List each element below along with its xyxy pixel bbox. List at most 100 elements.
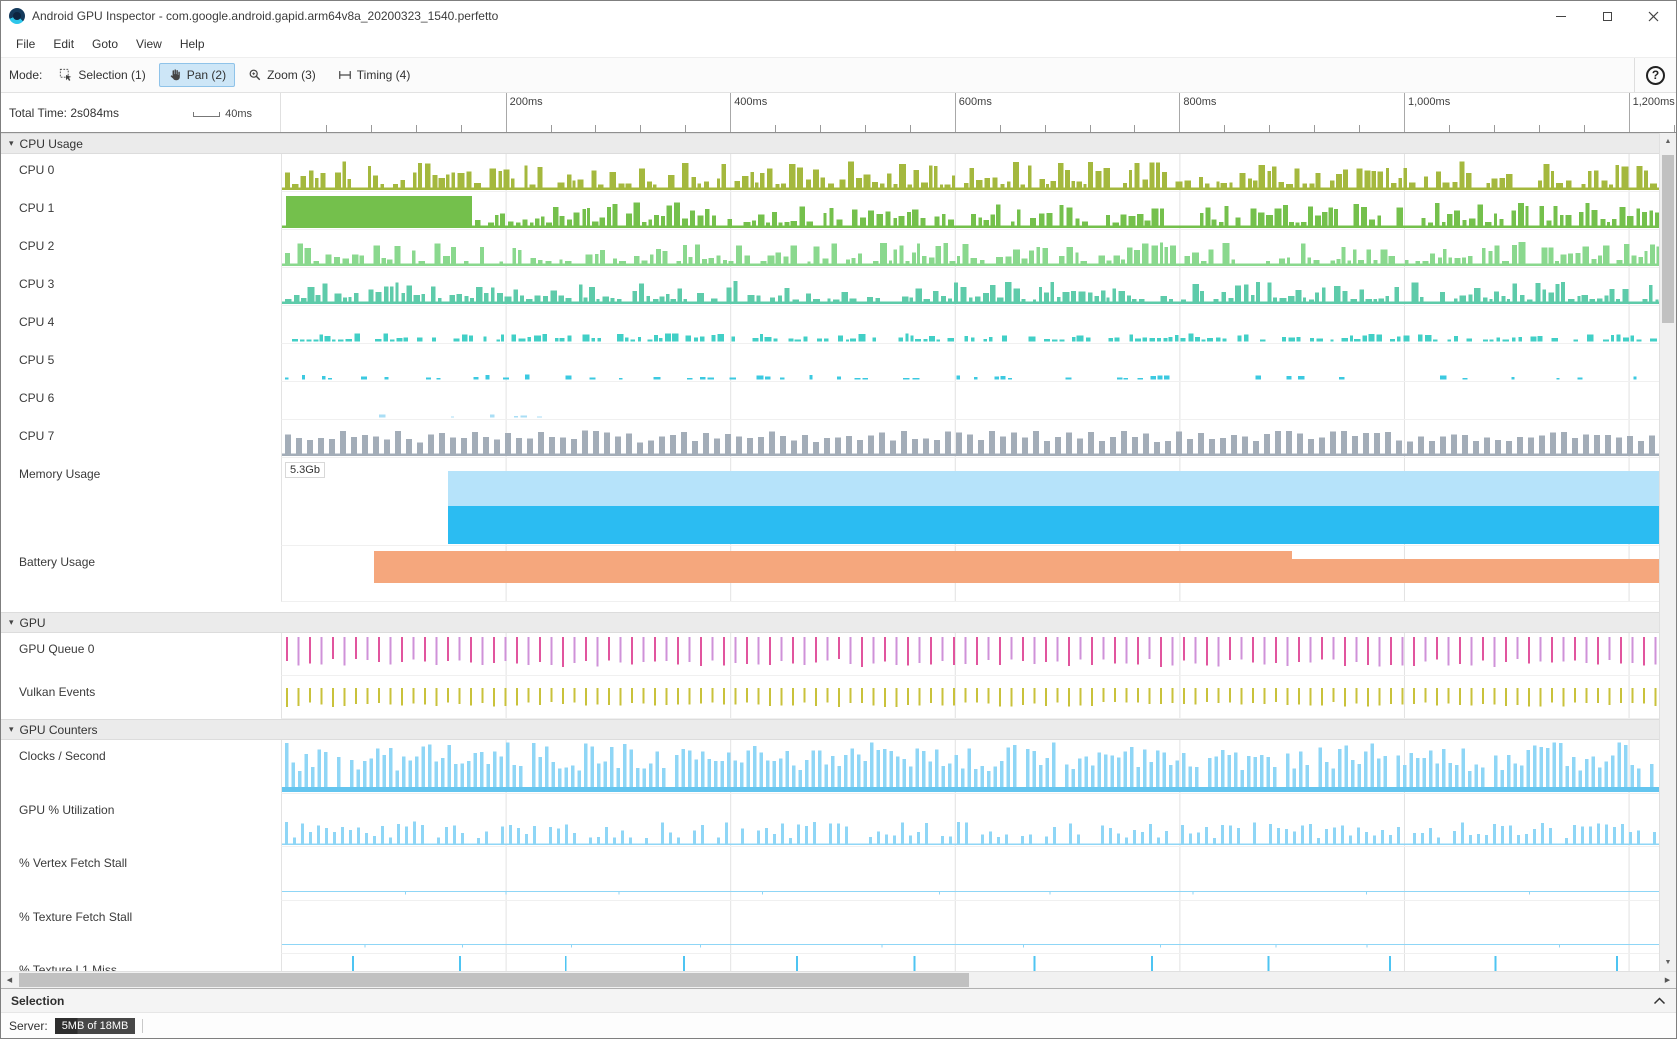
chevron-up-icon[interactable] [1653,997,1666,1005]
track-label: CPU 7 [1,420,281,458]
track-label: GPU % Utilization [1,794,281,847]
ruler-minor-tick [820,125,821,132]
track-chart-canvas [282,546,1676,601]
collapse-triangle-icon: ▾ [9,138,14,149]
scroll-right-icon[interactable]: ▶ [1659,972,1676,988]
track-chart[interactable] [281,676,1676,719]
track-label: Clocks / Second [1,740,281,794]
section-header-cpu-usage[interactable]: ▾CPU Usage [1,133,1676,154]
menu-view[interactable]: View [127,37,171,51]
close-button[interactable] [1630,1,1676,31]
track-row: % Texture Fetch Stall [1,901,1676,954]
track-chart[interactable] [281,901,1676,954]
track-chart-canvas [282,954,1676,971]
track-chart[interactable] [281,794,1676,847]
horizontal-scrollbar-thumb[interactable] [19,973,969,987]
track-label: CPU 3 [1,268,281,306]
track-label: % Texture Fetch Stall [1,901,281,954]
section-header-gpu-counters[interactable]: ▾GPU Counters [1,719,1676,740]
track-chart[interactable] [281,192,1676,230]
track-chart[interactable] [281,847,1676,901]
selection-mode-label: Selection (1) [78,68,145,82]
track-row: Vulkan Events [1,676,1676,719]
scroll-left-icon[interactable]: ◀ [1,972,18,988]
scale-bracket-icon [193,112,220,117]
track-label: CPU 1 [1,192,281,230]
ruler-minor-tick [910,125,911,132]
ruler-left-panel: Total Time: 2s084ms 40ms [1,93,281,132]
track-row: CPU 3 [1,268,1676,306]
memory-value-label: 5.3Gb [285,462,325,478]
menu-edit[interactable]: Edit [44,37,83,51]
app-window: Android GPU Inspector - com.google.andro… [0,0,1677,1039]
track-row: GPU Queue 0 [1,633,1676,676]
ruler-minor-tick [685,125,686,132]
ruler-tick-label: 400ms [734,96,767,108]
ruler-minor-tick [1494,125,1495,132]
track-row: CPU 4 [1,306,1676,344]
selection-mode-button[interactable]: Selection (1) [50,63,154,87]
vertical-scrollbar[interactable]: ▲ ▼ [1659,133,1676,971]
horizontal-scrollbar[interactable]: ◀ ▶ [1,971,1676,988]
track-chart[interactable]: 5.3Gb [281,458,1676,546]
track-chart[interactable] [281,740,1676,794]
ruler-minor-tick [461,125,462,132]
collapse-triangle-icon: ▾ [9,617,14,628]
status-separator [142,1019,143,1033]
scale-label: 40ms [225,108,252,120]
track-chart[interactable] [281,633,1676,676]
track-row: CPU 5 [1,344,1676,382]
zoom-mode-button[interactable]: Zoom (3) [239,63,325,87]
track-chart[interactable] [281,306,1676,344]
track-chart[interactable] [281,420,1676,458]
ruler-minor-tick [1090,125,1091,132]
minimize-button[interactable] [1538,1,1584,31]
track-chart-canvas [282,847,1676,900]
track-chart[interactable] [281,954,1676,971]
track-chart[interactable] [281,230,1676,268]
menu-goto[interactable]: Goto [83,37,127,51]
window-title: Android GPU Inspector - com.google.andro… [32,9,498,23]
ruler-minor-tick [1539,125,1540,132]
scroll-up-icon[interactable]: ▲ [1660,133,1676,150]
help-button[interactable]: ? [1646,66,1665,85]
vertical-scrollbar-thumb[interactable] [1662,155,1674,323]
ruler-tick-label: 800ms [1183,96,1216,108]
timing-mode-label: Timing (4) [357,68,411,82]
track-chart[interactable] [281,154,1676,192]
menu-help[interactable]: Help [171,37,214,51]
track-chart[interactable] [281,268,1676,306]
app-logo-icon [9,8,25,24]
track-chart-canvas [282,676,1676,718]
ruler-minor-tick [416,125,417,132]
pan-mode-button[interactable]: Pan (2) [159,63,235,87]
timing-icon [338,68,352,82]
track-chart-canvas [282,154,1676,191]
ruler-tick-label: 600ms [959,96,992,108]
tracks-viewport[interactable]: ▾CPU UsageCPU 0CPU 1CPU 2CPU 3CPU 4CPU 5… [1,133,1676,971]
track-chart[interactable] [281,344,1676,382]
track-row: GPU % Utilization [1,794,1676,847]
track-chart-canvas [282,901,1676,953]
track-row: CPU 2 [1,230,1676,268]
track-row: % Vertex Fetch Stall [1,847,1676,901]
zoom-icon [248,68,262,82]
track-label: CPU 0 [1,154,281,192]
selection-panel-header[interactable]: Selection [1,988,1676,1012]
ruler-track[interactable]: 200ms400ms600ms800ms1,000ms1,200ms [281,93,1676,132]
scroll-down-icon[interactable]: ▼ [1660,954,1676,971]
track-chart-canvas [282,794,1676,846]
ruler-major-tick [506,93,507,132]
track-chart[interactable] [281,546,1676,602]
track-label: % Texture L1 Miss [1,954,281,971]
track-chart-canvas [282,306,1676,343]
scale-indicator: 40ms [193,108,252,120]
menu-file[interactable]: File [7,37,44,51]
section-header-gpu[interactable]: ▾GPU [1,612,1676,633]
timing-mode-button[interactable]: Timing (4) [329,63,420,87]
ruler-minor-tick [775,125,776,132]
track-chart[interactable] [281,382,1676,420]
track-label: CPU 4 [1,306,281,344]
ruler-minor-tick [865,125,866,132]
maximize-button[interactable] [1584,1,1630,31]
